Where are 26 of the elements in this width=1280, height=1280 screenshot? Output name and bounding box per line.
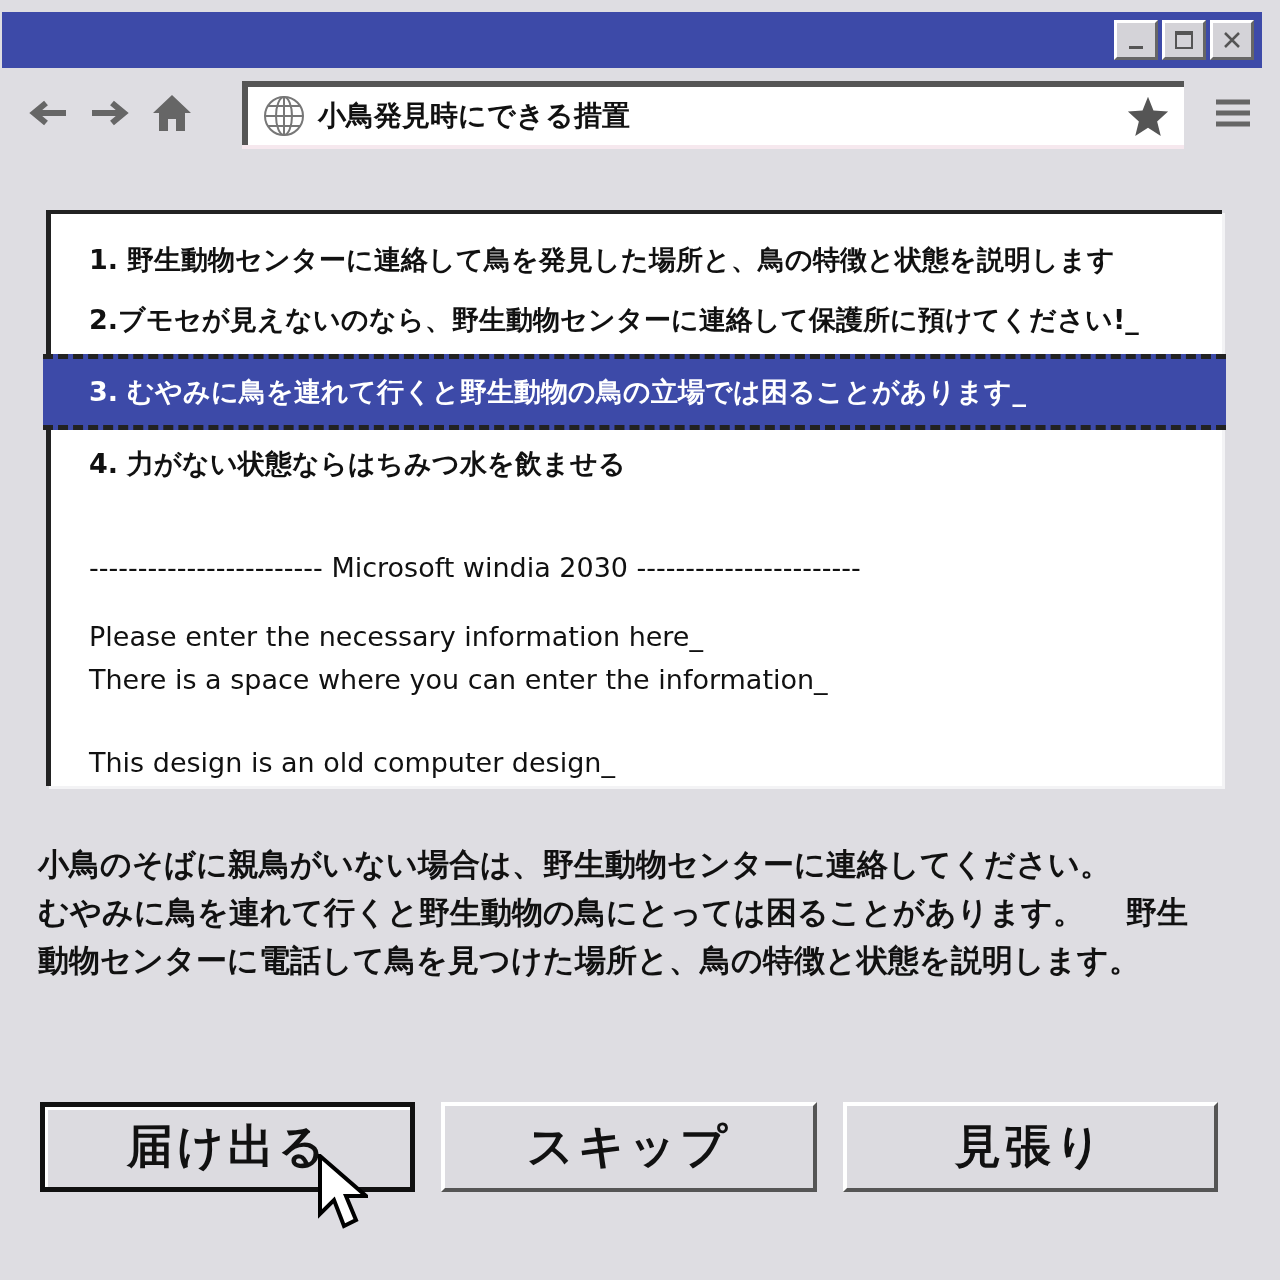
globe-icon — [262, 94, 306, 138]
forward-icon[interactable] — [90, 98, 130, 128]
star-icon[interactable] — [1126, 95, 1170, 137]
list-item[interactable]: 3. むやみに鳥を連れて行くと野生動物の鳥の立場では困ることがあります_ — [43, 354, 1226, 430]
back-icon[interactable] — [28, 98, 68, 128]
address-text: 小鳥発見時にできる措置 — [318, 98, 631, 134]
minimize-button[interactable] — [1114, 20, 1158, 60]
maximize-icon — [1172, 28, 1196, 52]
message-text: むやみに鳥を連れて行くと野生動物の鳥にとっては困ることがあります。 野生動物センターに電話して鳥を見つけた場所と、鳥の特徴と状態を説明します。 — [38, 893, 1189, 980]
cursor-icon — [318, 1154, 368, 1230]
info-text: Please enter the necessary information here_ — [89, 620, 705, 654]
list-item[interactable]: 2.ブモセが見えないのなら、野生動物センターに連絡して保護所に預けてください!_ — [51, 290, 1222, 350]
list-item[interactable]: 4. 力がない状態ならはちみつ水を飲ませる — [51, 434, 1222, 494]
info-text: There is a space where you can enter the information_ — [89, 663, 829, 697]
minimize-icon — [1129, 45, 1143, 49]
action-button[interactable]: スキップ — [441, 1102, 817, 1192]
action-button[interactable]: 届け出る — [40, 1102, 416, 1192]
info-text: This design is an old computer design_ — [89, 746, 617, 780]
maximize-button[interactable] — [1162, 20, 1206, 60]
home-icon[interactable] — [152, 93, 192, 133]
divider-text: ------------------------ Microsoft windia 2030 ----------------------- — [88, 552, 862, 583]
message-text: 小鳥のそばに親鳥がいない場合は、野生動物センターに連絡してください。 — [38, 845, 1112, 884]
menu-icon[interactable] — [1214, 98, 1252, 128]
list-item[interactable]: 1. 野生動物センターに連絡して鳥を発見した場所と、鳥の特徴と状態を説明します — [51, 230, 1222, 290]
action-button[interactable]: 見張り — [842, 1102, 1218, 1192]
close-button[interactable] — [1210, 20, 1254, 60]
